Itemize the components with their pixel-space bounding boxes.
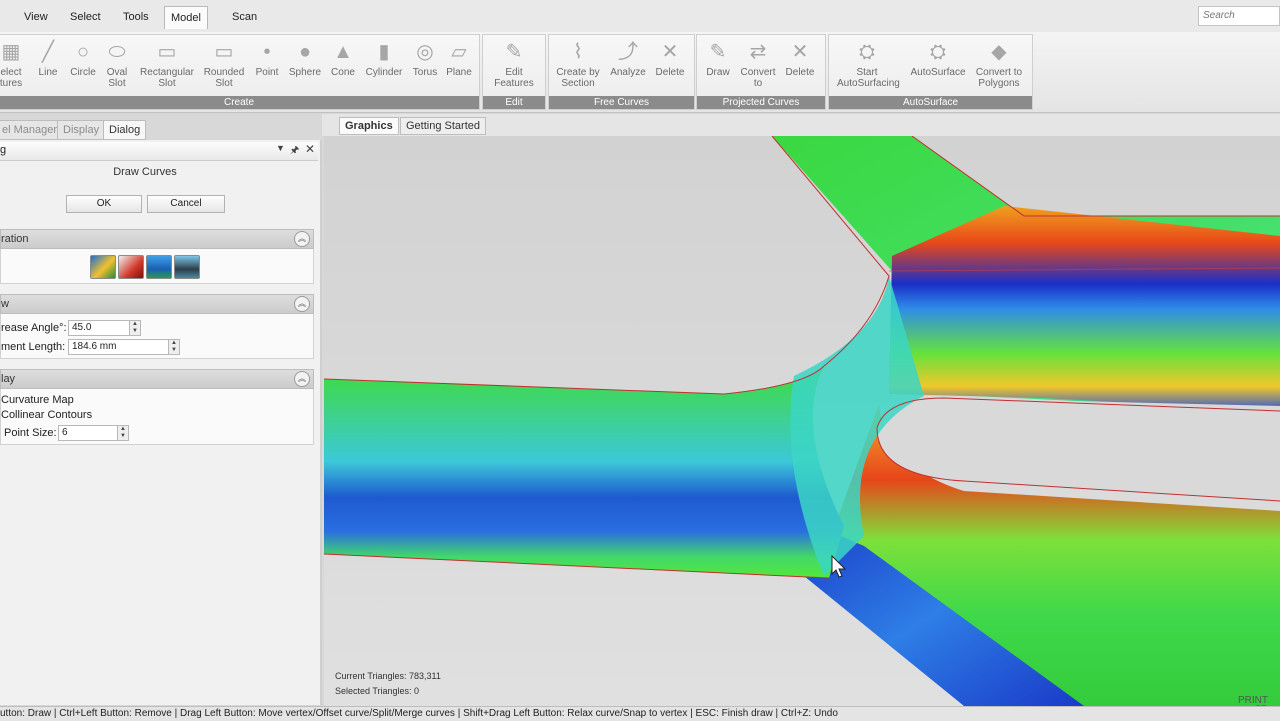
autosurface-button[interactable]: ⛭ AutoSurface (908, 39, 968, 78)
delete-icon: ✕ (791, 41, 809, 63)
status-bar: utton: Draw | Ctrl+Left Button: Remove |… (0, 706, 1280, 721)
remove-tool-icon[interactable] (118, 255, 144, 279)
relax-tool-icon[interactable] (146, 255, 172, 279)
menu-tools[interactable]: Tools (117, 8, 155, 26)
menu-select[interactable]: Select (64, 8, 107, 26)
collapse-icon[interactable]: ︽ (294, 231, 310, 247)
tab-model-manager[interactable]: el Manager (0, 120, 64, 140)
graphics-tabs: Graphics Getting Started (322, 114, 1280, 136)
convert-to-icon: ⇄ (749, 41, 767, 63)
collinear-contours-checkbox[interactable]: Collinear Contours (1, 409, 92, 421)
search-input[interactable]: Search (1198, 6, 1280, 26)
display-section-body: Curvature Map Collinear Contours Point S… (0, 389, 314, 445)
menu-view[interactable]: View (18, 8, 54, 26)
projected-curves-group-label: Projected Curves (697, 96, 825, 109)
dialog-panel: g ▼ 🖈 ✕ Draw Curves OK Cancel ration ︽ w… (0, 140, 322, 705)
segment-length-label: ment Length: (1, 341, 66, 353)
analyze-icon: ⤴ (618, 41, 638, 63)
point-size-input[interactable]: 6 (58, 425, 119, 441)
dialog-header-label: g (0, 144, 7, 156)
start-autosurfacing-icon: ⛭ (859, 41, 875, 63)
view-section-label: w (1, 298, 9, 310)
edit-features-button[interactable]: ✎ Edit Features (484, 39, 544, 89)
convert-to-polygons-button[interactable]: ◆ Convert to Polygons (969, 39, 1029, 89)
create-group-label: Create (0, 96, 479, 109)
draw-tool-icon[interactable] (90, 255, 116, 279)
mesh-curvature-view[interactable] (324, 136, 1280, 706)
cancel-button[interactable]: Cancel (147, 195, 225, 213)
ribbon: ▦ elect tures ╱ Line ○ Circle ⬭ Oval Slot ▭ R… (0, 32, 1280, 113)
rounded-slot-icon: ▭ (214, 41, 234, 63)
crease-angle-input[interactable]: 45.0 (68, 320, 131, 336)
edit-features-icon: ✎ (505, 41, 523, 63)
rectangular-slot-icon: ▭ (157, 41, 177, 63)
menu-scan[interactable]: Scan (226, 8, 263, 26)
current-triangles: Current Triangles: 783,311 (335, 671, 441, 681)
edit-group: ✎ Edit Features Edit (482, 34, 546, 110)
ok-button[interactable]: OK (66, 195, 142, 213)
cylinder-icon: ▮ (378, 41, 390, 63)
tab-getting-started[interactable]: Getting Started (400, 117, 486, 135)
collapse-icon[interactable]: ︽ (294, 296, 310, 312)
autosurface-group: ⛭ Start AutoSurfacing ⛭ AutoSurface ◆ Conve… (828, 34, 1033, 110)
view-section-header[interactable]: w ︽ (0, 294, 314, 314)
pin-icon[interactable]: 🖈 (290, 143, 299, 160)
operation-section-label: ration (1, 233, 29, 245)
menu-model[interactable]: Model (164, 6, 208, 29)
dialog-header: g ▼ 🖈 ✕ (0, 142, 318, 161)
collapse-icon[interactable]: ︽ (294, 371, 310, 387)
operation-section-body (0, 249, 314, 284)
free-curves-group-label: Free Curves (549, 96, 694, 109)
delete-icon: ✕ (661, 41, 679, 63)
convert-to-polygons-icon: ◆ (991, 41, 1007, 63)
graphics-viewport[interactable]: Current Triangles: 783,311 Selected Tria… (324, 136, 1280, 706)
segment-length-stepper[interactable]: ▲ ▼ (168, 339, 180, 355)
plane-button[interactable]: ▱ Plane (429, 39, 489, 78)
crease-angle-label: rease Angle°: (1, 322, 67, 334)
start-autosurfacing-button[interactable]: ⛭ Start AutoSurfacing (837, 39, 900, 89)
point-size-stepper[interactable]: ▲ ▼ (117, 425, 129, 441)
operation-section-header[interactable]: ration ︽ (0, 229, 314, 249)
tab-dialog[interactable]: Dialog (103, 120, 147, 140)
menu-bar: View Select Tools Model Scan Search (0, 0, 1280, 33)
point-size-label: Point Size: (4, 427, 57, 439)
dialog-title: Draw Curves (113, 166, 177, 178)
display-section-label: lay (1, 373, 16, 385)
create-group: ▦ elect tures ╱ Line ○ Circle ⬭ Oval Slot ▭ R… (0, 34, 480, 110)
segment-length-input[interactable]: 184.6 mm (68, 339, 170, 355)
curvature-map-checkbox[interactable]: Curvature Map (1, 394, 74, 406)
panel-tabs: el Manager Display Dialog (0, 118, 322, 140)
dropdown-icon[interactable]: ▼ (276, 143, 285, 153)
edit-group-label: Edit (483, 96, 545, 109)
projected-curves-group: ✎ Draw ⇄ Convert to ✕ Delete Projected Curv… (696, 34, 826, 110)
rectangular-slot-button[interactable]: ▭ Rectangular Slot (137, 39, 197, 89)
tab-display[interactable]: Display (57, 120, 106, 140)
free-curves-group: ⌇ Create by Section ⤴ Analyze ✕ Delete Free… (548, 34, 695, 110)
tab-graphics[interactable]: Graphics (339, 117, 399, 135)
close-icon[interactable]: ✕ (305, 142, 315, 156)
crease-angle-stepper[interactable]: ▲ ▼ (129, 320, 141, 336)
display-section-header[interactable]: lay ︽ (0, 369, 314, 389)
autosurface-group-label: AutoSurface (829, 96, 1032, 109)
autosurface-icon: ⛭ (930, 41, 946, 63)
view-section-body: rease Angle°: 45.0 ▲ ▼ ment Length: 184.6… (0, 314, 314, 359)
plane-icon: ▱ (451, 41, 467, 63)
snap-tool-icon[interactable] (174, 255, 200, 279)
selected-triangles: Selected Triangles: 0 (335, 686, 420, 696)
cone-icon: ▲ (333, 41, 353, 63)
oval-slot-icon: ⬭ (108, 41, 126, 63)
create-by-section-icon: ⌇ (573, 41, 583, 63)
projected-curves-delete-button[interactable]: ✕ Delete (770, 39, 830, 78)
